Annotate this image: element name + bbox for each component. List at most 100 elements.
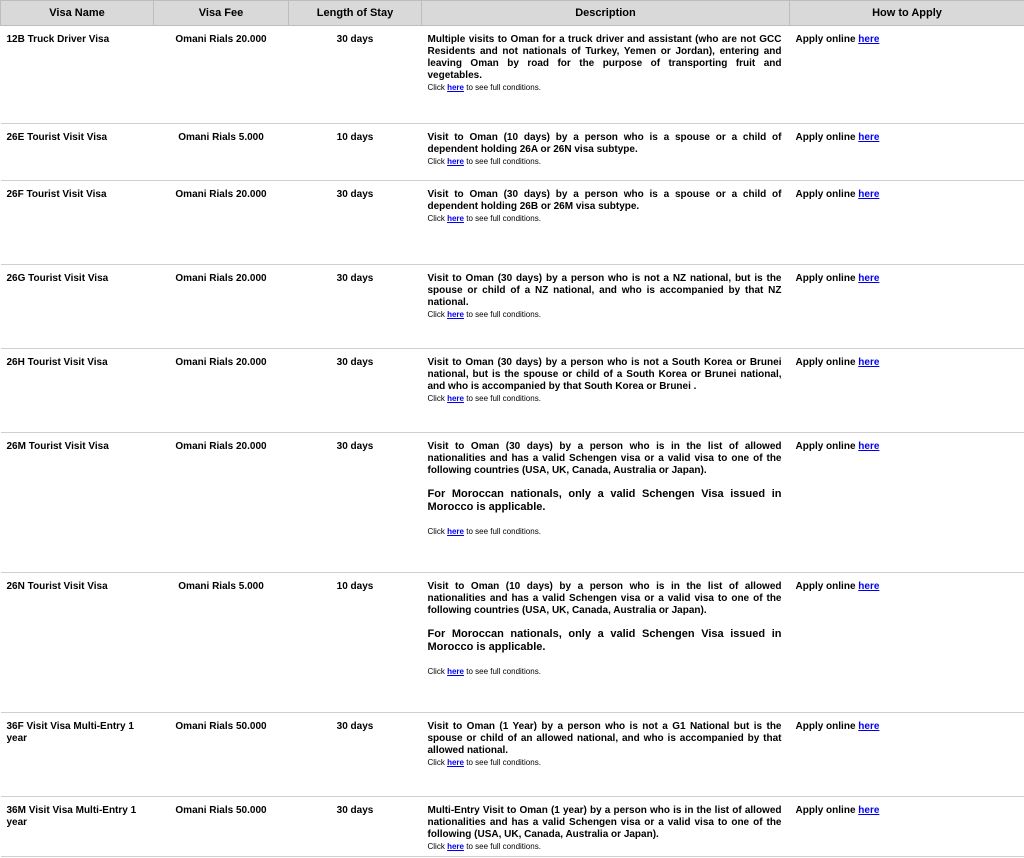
table-header-row: Visa Name Visa Fee Length of Stay Descri… (0, 0, 1024, 26)
apply-link[interactable]: here (858, 273, 879, 284)
table-row: 26E Tourist Visit Visa Omani Rials 5.000 1… (0, 123, 1024, 181)
click-suffix: to see full conditions. (466, 214, 541, 223)
how-to-apply-cell: Apply online here (789, 712, 1024, 797)
header-visa-name: Visa Name (0, 0, 154, 26)
apply-link[interactable]: here (858, 441, 879, 452)
visa-fee-cell: Omani Rials 20.000 (153, 432, 289, 573)
table-body: 12B Truck Driver Visa Omani Rials 20.000 3… (0, 25, 1024, 857)
description-cell: Visit to Oman (30 days) by a person who … (421, 264, 790, 349)
click-prefix: Click (427, 310, 445, 319)
header-description: Description (421, 0, 790, 26)
click-prefix: Click (427, 842, 445, 851)
click-suffix: to see full conditions. (466, 394, 541, 403)
description-cell: Multiple visits to Oman for a truck driv… (421, 25, 790, 124)
table-row: 26N Tourist Visit Visa Omani Rials 5.000 1… (0, 572, 1024, 713)
click-suffix: to see full conditions. (466, 83, 541, 92)
how-to-apply-cell: Apply online here (789, 572, 1024, 713)
table-row: 26H Tourist Visit Visa Omani Rials 20.000… (0, 348, 1024, 433)
apply-label: Apply online (795, 189, 856, 200)
length-of-stay-cell: 30 days (288, 25, 422, 124)
length-of-stay-cell: 30 days (288, 796, 422, 857)
description-text: Visit to Oman (10 days) by a person who … (427, 132, 782, 155)
visa-fee-cell: Omani Rials 5.000 (153, 572, 289, 713)
conditions-line: Click here to see full conditions. (428, 666, 782, 677)
description-text: Visit to Oman (10 days) by a person who … (427, 581, 782, 616)
apply-label: Apply online (795, 441, 856, 452)
table-row: 26G Tourist Visit Visa Omani Rials 20.000… (0, 264, 1024, 349)
click-prefix: Click (427, 667, 445, 676)
visa-fee-cell: Omani Rials 20.000 (153, 25, 289, 124)
table-row: 12B Truck Driver Visa Omani Rials 20.000 3… (0, 25, 1024, 124)
visa-fee-cell: Omani Rials 5.000 (153, 123, 289, 181)
description-text: Visit to Oman (1 Year) by a person who i… (427, 721, 782, 756)
table-row: 26M Tourist Visit Visa Omani Rials 20.000… (0, 432, 1024, 573)
click-prefix: Click (427, 83, 445, 92)
click-suffix: to see full conditions. (466, 842, 541, 851)
conditions-link[interactable]: here (447, 214, 464, 223)
click-prefix: Click (427, 214, 445, 223)
how-to-apply-cell: Apply online here (789, 180, 1024, 265)
how-to-apply-cell: Apply online here (789, 432, 1024, 573)
how-to-apply-cell: Apply online here (789, 25, 1024, 124)
conditions-line: Click here to see full conditions. (428, 82, 782, 93)
apply-link[interactable]: here (858, 189, 879, 200)
description-cell: Visit to Oman (1 Year) by a person who i… (421, 712, 790, 797)
conditions-link[interactable]: here (447, 842, 464, 851)
length-of-stay-cell: 30 days (288, 264, 422, 349)
how-to-apply-cell: Apply online here (789, 796, 1024, 857)
apply-link[interactable]: here (858, 721, 879, 732)
description-cell: Visit to Oman (30 days) by a person who … (421, 180, 790, 265)
apply-label: Apply online (795, 357, 856, 368)
apply-label: Apply online (795, 581, 856, 592)
description-note: For Moroccan nationals, only a valid Sch… (427, 628, 782, 653)
visa-table: Visa Name Visa Fee Length of Stay Descri… (0, 0, 1024, 857)
how-to-apply-cell: Apply online here (789, 123, 1024, 181)
visa-name-cell: 26G Tourist Visit Visa (0, 264, 154, 349)
apply-label: Apply online (795, 805, 856, 816)
visa-fee-cell: Omani Rials 50.000 (153, 796, 289, 857)
visa-name-cell: 26N Tourist Visit Visa (0, 572, 154, 713)
click-prefix: Click (427, 394, 445, 403)
description-text: Visit to Oman (30 days) by a person who … (427, 357, 782, 392)
apply-label: Apply online (795, 273, 856, 284)
length-of-stay-cell: 30 days (288, 712, 422, 797)
header-visa-fee: Visa Fee (153, 0, 289, 26)
description-text: Visit to Oman (30 days) by a person who … (427, 441, 782, 476)
length-of-stay-cell: 30 days (288, 180, 422, 265)
apply-link[interactable]: here (858, 357, 879, 368)
click-prefix: Click (427, 157, 445, 166)
conditions-line: Click here to see full conditions. (428, 309, 782, 320)
description-cell: Visit to Oman (10 days) by a person who … (421, 123, 790, 181)
visa-name-cell: 26M Tourist Visit Visa (0, 432, 154, 573)
click-suffix: to see full conditions. (466, 667, 541, 676)
description-text: Visit to Oman (30 days) by a person who … (427, 189, 782, 212)
conditions-link[interactable]: here (447, 310, 464, 319)
length-of-stay-cell: 30 days (288, 432, 422, 573)
conditions-link[interactable]: here (447, 83, 464, 92)
description-text: Multiple visits to Oman for a truck driv… (427, 34, 782, 81)
visa-name-cell: 26E Tourist Visit Visa (0, 123, 154, 181)
conditions-line: Click here to see full conditions. (428, 757, 782, 768)
apply-link[interactable]: here (858, 132, 879, 143)
length-of-stay-cell: 10 days (288, 572, 422, 713)
apply-link[interactable]: here (858, 805, 879, 816)
conditions-link[interactable]: here (447, 758, 464, 767)
visa-name-cell: 36M Visit Visa Multi-Entry 1 year (0, 796, 154, 857)
description-cell: Visit to Oman (30 days) by a person who … (421, 348, 790, 433)
table-row: 36F Visit Visa Multi-Entry 1 year Omani R… (0, 712, 1024, 797)
conditions-line: Click here to see full conditions. (428, 213, 782, 224)
length-of-stay-cell: 30 days (288, 348, 422, 433)
description-text: Multi-Entry Visit to Oman (1 year) by a … (427, 805, 782, 840)
conditions-link[interactable]: here (447, 157, 464, 166)
description-cell: Visit to Oman (10 days) by a person who … (421, 572, 790, 713)
conditions-link[interactable]: here (447, 527, 464, 536)
apply-link[interactable]: here (858, 581, 879, 592)
conditions-link[interactable]: here (447, 394, 464, 403)
apply-label: Apply online (795, 721, 856, 732)
visa-name-cell: 36F Visit Visa Multi-Entry 1 year (0, 712, 154, 797)
click-suffix: to see full conditions. (466, 527, 541, 536)
apply-label: Apply online (795, 132, 856, 143)
apply-link[interactable]: here (858, 34, 879, 45)
conditions-link[interactable]: here (447, 667, 464, 676)
conditions-line: Click here to see full conditions. (428, 841, 782, 852)
